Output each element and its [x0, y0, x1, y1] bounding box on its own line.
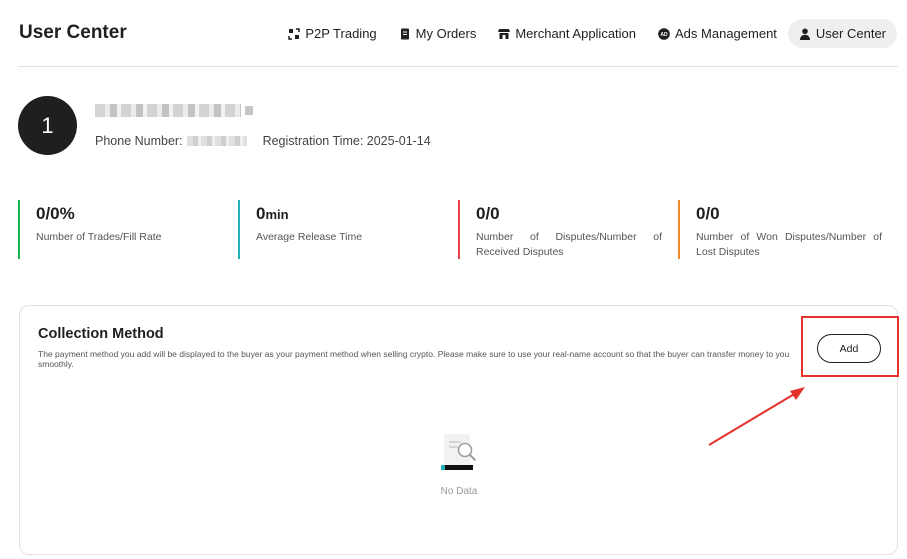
blurred-phone	[186, 136, 247, 146]
svg-text:AD: AD	[660, 32, 668, 38]
nav-my-orders[interactable]: My Orders	[388, 19, 488, 48]
top-bar: User Center P2P Trading My Orders Mercha…	[0, 0, 907, 67]
nav-label: My Orders	[415, 26, 477, 41]
collection-method-description: The payment method you add will be displ…	[38, 349, 790, 369]
stat-won-disputes: 0/0 Number of Won Disputes/Number of Los…	[678, 200, 882, 259]
nav-label: Ads Management	[675, 26, 777, 41]
nav-p2p-trading[interactable]: P2P Trading	[277, 19, 387, 48]
registration-time: Registration Time: 2025-01-14	[262, 134, 431, 148]
p2p-icon	[288, 27, 301, 40]
nav-user-center[interactable]: User Center	[787, 19, 897, 48]
store-icon	[498, 28, 511, 39]
nav-label: User Center	[815, 26, 886, 41]
orders-icon	[400, 28, 409, 39]
stats-row: 0/0% Number of Trades/Fill Rate 0min Ave…	[18, 200, 898, 260]
stat-value: 0/0%	[36, 204, 75, 223]
stat-label: Number of Won Disputes/Number of Lost Di…	[696, 231, 882, 258]
header-divider	[18, 66, 898, 67]
phone-label: Phone Number:	[95, 134, 183, 148]
stat-disputes: 0/0 Number of Disputes/Number of Receive…	[458, 200, 662, 259]
main-nav: P2P Trading My Orders Merchant Applicati…	[277, 19, 897, 48]
add-button[interactable]: Add	[817, 334, 881, 363]
stat-trades: 0/0% Number of Trades/Fill Rate	[18, 200, 208, 259]
avatar: 1	[18, 96, 77, 155]
no-data-text: No Data	[440, 486, 478, 497]
nav-label: P2P Trading	[305, 26, 377, 41]
stat-value: 0/0	[696, 204, 720, 223]
stat-label: Number of Trades/Fill Rate	[36, 231, 162, 243]
collection-method-card: Collection Method The payment method you…	[19, 305, 899, 555]
stat-release-time: 0min Average Release Time	[238, 200, 428, 259]
page-title: User Center	[19, 22, 127, 43]
stat-label: Average Release Time	[256, 231, 363, 243]
nav-label: Merchant Application	[515, 26, 637, 41]
nav-merchant-application[interactable]: Merchant Application	[487, 19, 647, 48]
stat-label: Number of Disputes/Number of Received Di…	[476, 231, 662, 258]
ads-icon: AD	[658, 27, 670, 40]
no-data-icon	[441, 434, 477, 470]
profile-meta: Phone Number: Registration Time: 2025-01…	[95, 134, 431, 148]
user-icon	[799, 28, 810, 40]
collection-method-title: Collection Method	[38, 326, 164, 342]
nav-ads-management[interactable]: AD Ads Management	[647, 19, 788, 48]
stat-value: 0min	[256, 204, 289, 223]
blurred-username	[95, 104, 253, 117]
stat-value: 0/0	[476, 204, 500, 223]
